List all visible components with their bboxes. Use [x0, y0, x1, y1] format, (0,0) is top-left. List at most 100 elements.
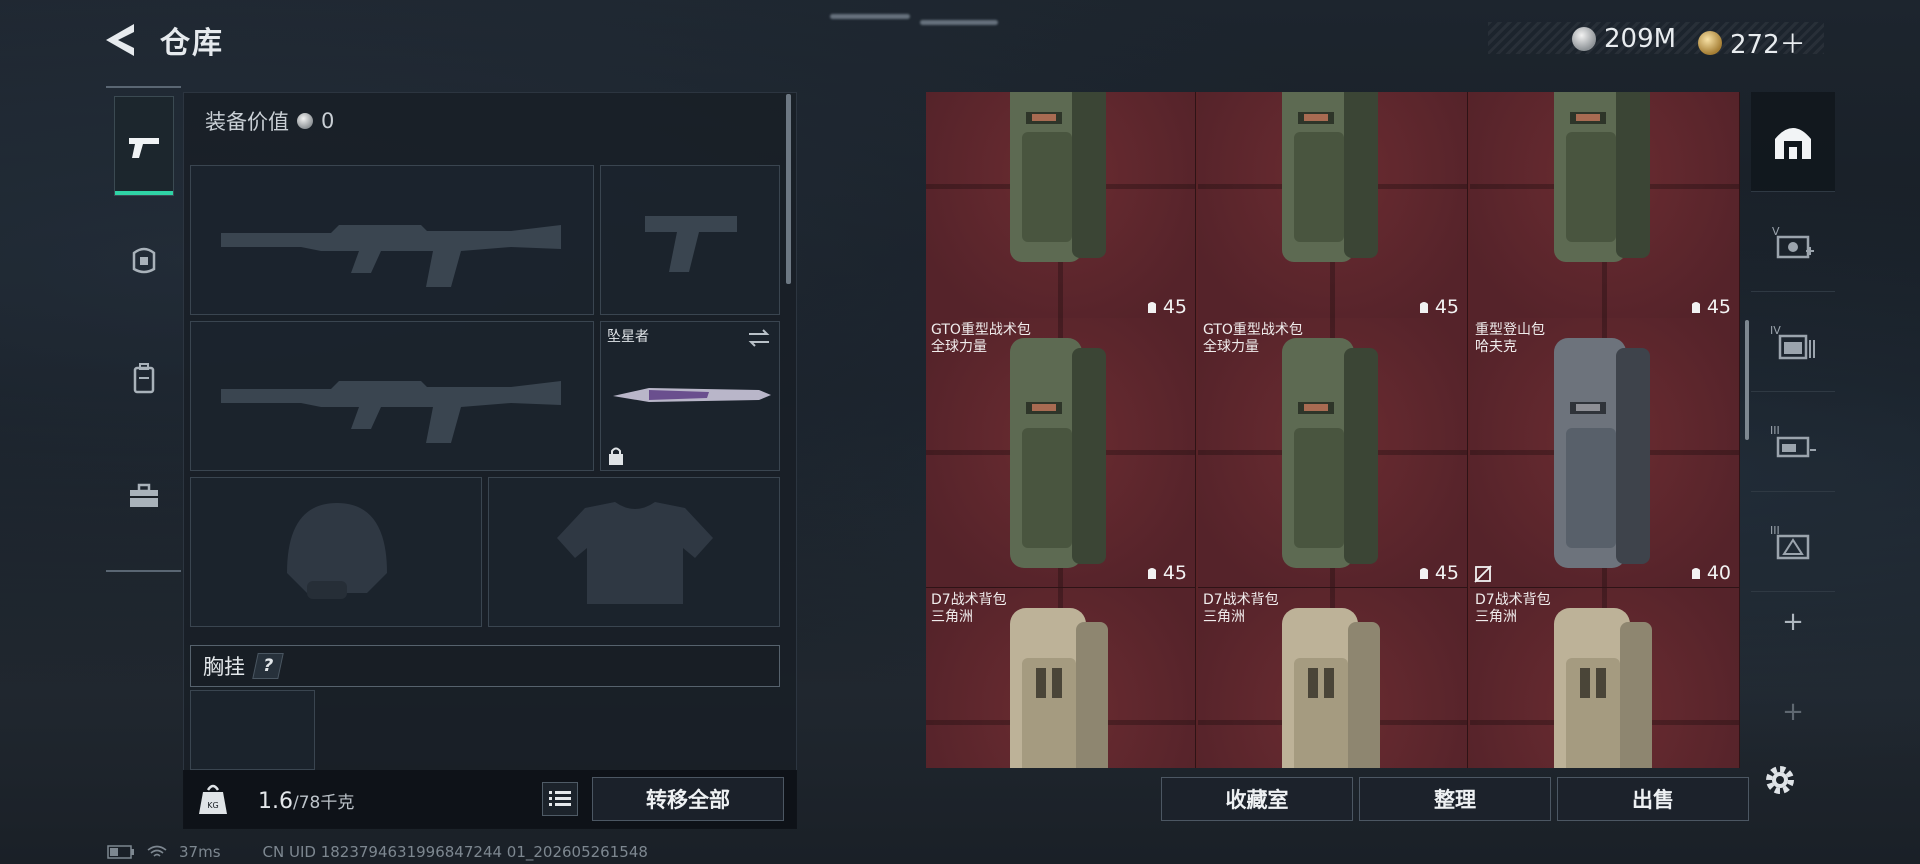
pistol-silhouette-icon	[645, 216, 737, 272]
storage-grid: 45 45 45 GTO重型战术包 全球力量 45 GTO重型战术包 全球力量 …	[926, 92, 1740, 768]
storage-item[interactable]: 45	[1198, 92, 1468, 322]
item-name: 重型登山包	[1475, 322, 1545, 338]
lock-icon	[609, 447, 623, 465]
item-name: D7战术背包	[1475, 592, 1551, 608]
capacity-label: 45	[1689, 296, 1731, 318]
item-name: D7战术背包	[1203, 592, 1279, 608]
storage-scrollbar[interactable]	[1745, 320, 1749, 440]
tab-storage-iv[interactable]: IV	[1751, 292, 1835, 392]
tier-v-storage-icon: V	[1772, 225, 1814, 258]
item-name-block: D7战术背包 三角洲	[1475, 592, 1551, 626]
storage-item[interactable]: 45	[926, 92, 1196, 322]
weight-max: /78千克	[293, 793, 355, 813]
capacity-label: 40	[1689, 562, 1731, 584]
melee-slot[interactable]: 坠星者	[600, 321, 780, 471]
backpack-item-icon	[1554, 608, 1652, 768]
helmet-armor-icon	[132, 247, 156, 274]
knife-icon	[613, 388, 771, 402]
item-brand: 三角洲	[931, 609, 973, 625]
primary-weapon-slot[interactable]	[190, 165, 594, 315]
backpack-item-icon	[1282, 338, 1378, 568]
item-name: D7战术背包	[931, 592, 1007, 608]
sort-button[interactable]: 整理	[1359, 777, 1551, 821]
backpack-item-icon	[1010, 338, 1106, 568]
chest-rig-slot[interactable]	[190, 690, 315, 770]
transfer-all-button[interactable]: 转移全部	[592, 777, 784, 821]
helmet-slot[interactable]	[190, 477, 482, 627]
storage-item[interactable]: D7战术背包 三角洲	[926, 588, 1196, 768]
weight-icon: KG	[199, 784, 227, 814]
status-bar: 37ms CN UID 1823794631996847244 01_20260…	[107, 843, 648, 861]
capacity-label: 45	[1145, 562, 1187, 584]
not-sellable-icon	[1474, 565, 1492, 583]
capacity-label: 45	[1417, 296, 1459, 318]
sidebar-item-backpack[interactable]	[114, 328, 174, 428]
ping-text: 37ms	[179, 843, 221, 861]
equip-value: 装备价值 0	[205, 106, 334, 136]
backpack-item-icon	[1010, 92, 1106, 262]
settings-gear-icon[interactable]	[1762, 762, 1798, 798]
bag-capacity-icon	[1419, 302, 1428, 313]
gold-coin-icon	[1698, 30, 1722, 55]
bag-capacity-icon	[1147, 302, 1156, 313]
storage-item[interactable]: GTO重型战术包 全球力量 45	[926, 318, 1196, 588]
melee-name: 坠星者	[607, 329, 649, 345]
silver-coin-icon	[1572, 27, 1596, 51]
weight-readout: 1.6/78千克	[258, 788, 354, 814]
bag-capacity-icon	[1147, 568, 1156, 579]
rifle-silhouette-icon	[221, 381, 561, 443]
capacity-label: 45	[1145, 296, 1187, 318]
helmet-silhouette-icon	[287, 503, 387, 599]
body-armor-slot[interactable]	[488, 477, 780, 627]
item-name-block: D7战术背包 三角洲	[1203, 592, 1279, 626]
list-view-button[interactable]	[542, 782, 578, 816]
storage-item[interactable]: 重型登山包 哈夫克 40	[1470, 318, 1740, 588]
backpack-item-icon	[1282, 92, 1378, 262]
gold-currency[interactable]: 272＋	[1698, 24, 1806, 61]
storage-item[interactable]: D7战术背包 三角洲	[1470, 588, 1740, 768]
backpack-item-icon	[1554, 92, 1650, 262]
back-button[interactable]	[104, 22, 144, 58]
svg-text:KG: KG	[207, 801, 218, 810]
add-storage-button-disabled[interactable]: +	[1751, 682, 1835, 742]
uid-text: CN UID 1823794631996847244 01_2026052615…	[262, 843, 648, 861]
tab-storage-iii[interactable]: III	[1751, 392, 1835, 492]
loadout-sidebar	[106, 86, 181, 572]
chest-rig-label: 胸挂	[203, 655, 245, 679]
battery-icon	[107, 845, 134, 859]
swap-icon[interactable]	[747, 328, 771, 348]
storage-item[interactable]: GTO重型战术包 全球力量 45	[1198, 318, 1468, 588]
backpack-item-icon	[1554, 338, 1650, 568]
item-name: GTO重型战术包	[931, 322, 1031, 338]
silver-currency: 209M	[1572, 24, 1676, 54]
equip-value-label: 装备价值	[205, 110, 289, 134]
item-brand: 哈夫克	[1475, 339, 1517, 355]
pistol-slot[interactable]	[600, 165, 780, 315]
tier-iii-storage-icon: III	[1770, 424, 1816, 457]
equip-value-amount: 0	[321, 109, 335, 133]
item-brand: 三角洲	[1203, 609, 1245, 625]
help-button[interactable]: ?	[252, 653, 284, 679]
tab-storage-v[interactable]: V	[1751, 192, 1835, 292]
gold-amount: 272＋	[1730, 30, 1806, 60]
tab-storage-ii[interactable]: III	[1751, 492, 1835, 592]
rifle-silhouette-icon	[221, 225, 561, 287]
item-brand: 全球力量	[931, 339, 987, 355]
storage-item[interactable]: 45	[1470, 92, 1740, 322]
loadout-scrollbar[interactable]	[786, 94, 791, 284]
backpack-icon	[133, 363, 155, 394]
add-storage-button[interactable]: +	[1751, 592, 1835, 652]
sidebar-item-toolbox[interactable]	[114, 446, 174, 546]
collection-room-button[interactable]: 收藏室	[1161, 777, 1353, 821]
storage-item[interactable]: D7战术背包 三角洲	[1198, 588, 1468, 768]
item-brand: 全球力量	[1203, 339, 1259, 355]
tier-ii-storage-icon: III	[1770, 524, 1810, 559]
sidebar-item-weapons[interactable]	[114, 96, 174, 196]
sidebar-item-armor[interactable]	[114, 210, 174, 310]
tab-main-vault[interactable]	[1751, 92, 1835, 192]
svg-text:III: III	[1770, 424, 1780, 437]
sell-button[interactable]: 出售	[1557, 777, 1749, 821]
item-name-block: 重型登山包 哈夫克	[1475, 322, 1545, 356]
chest-rig-header: 胸挂 ?	[190, 645, 780, 687]
secondary-weapon-slot[interactable]	[190, 321, 594, 471]
